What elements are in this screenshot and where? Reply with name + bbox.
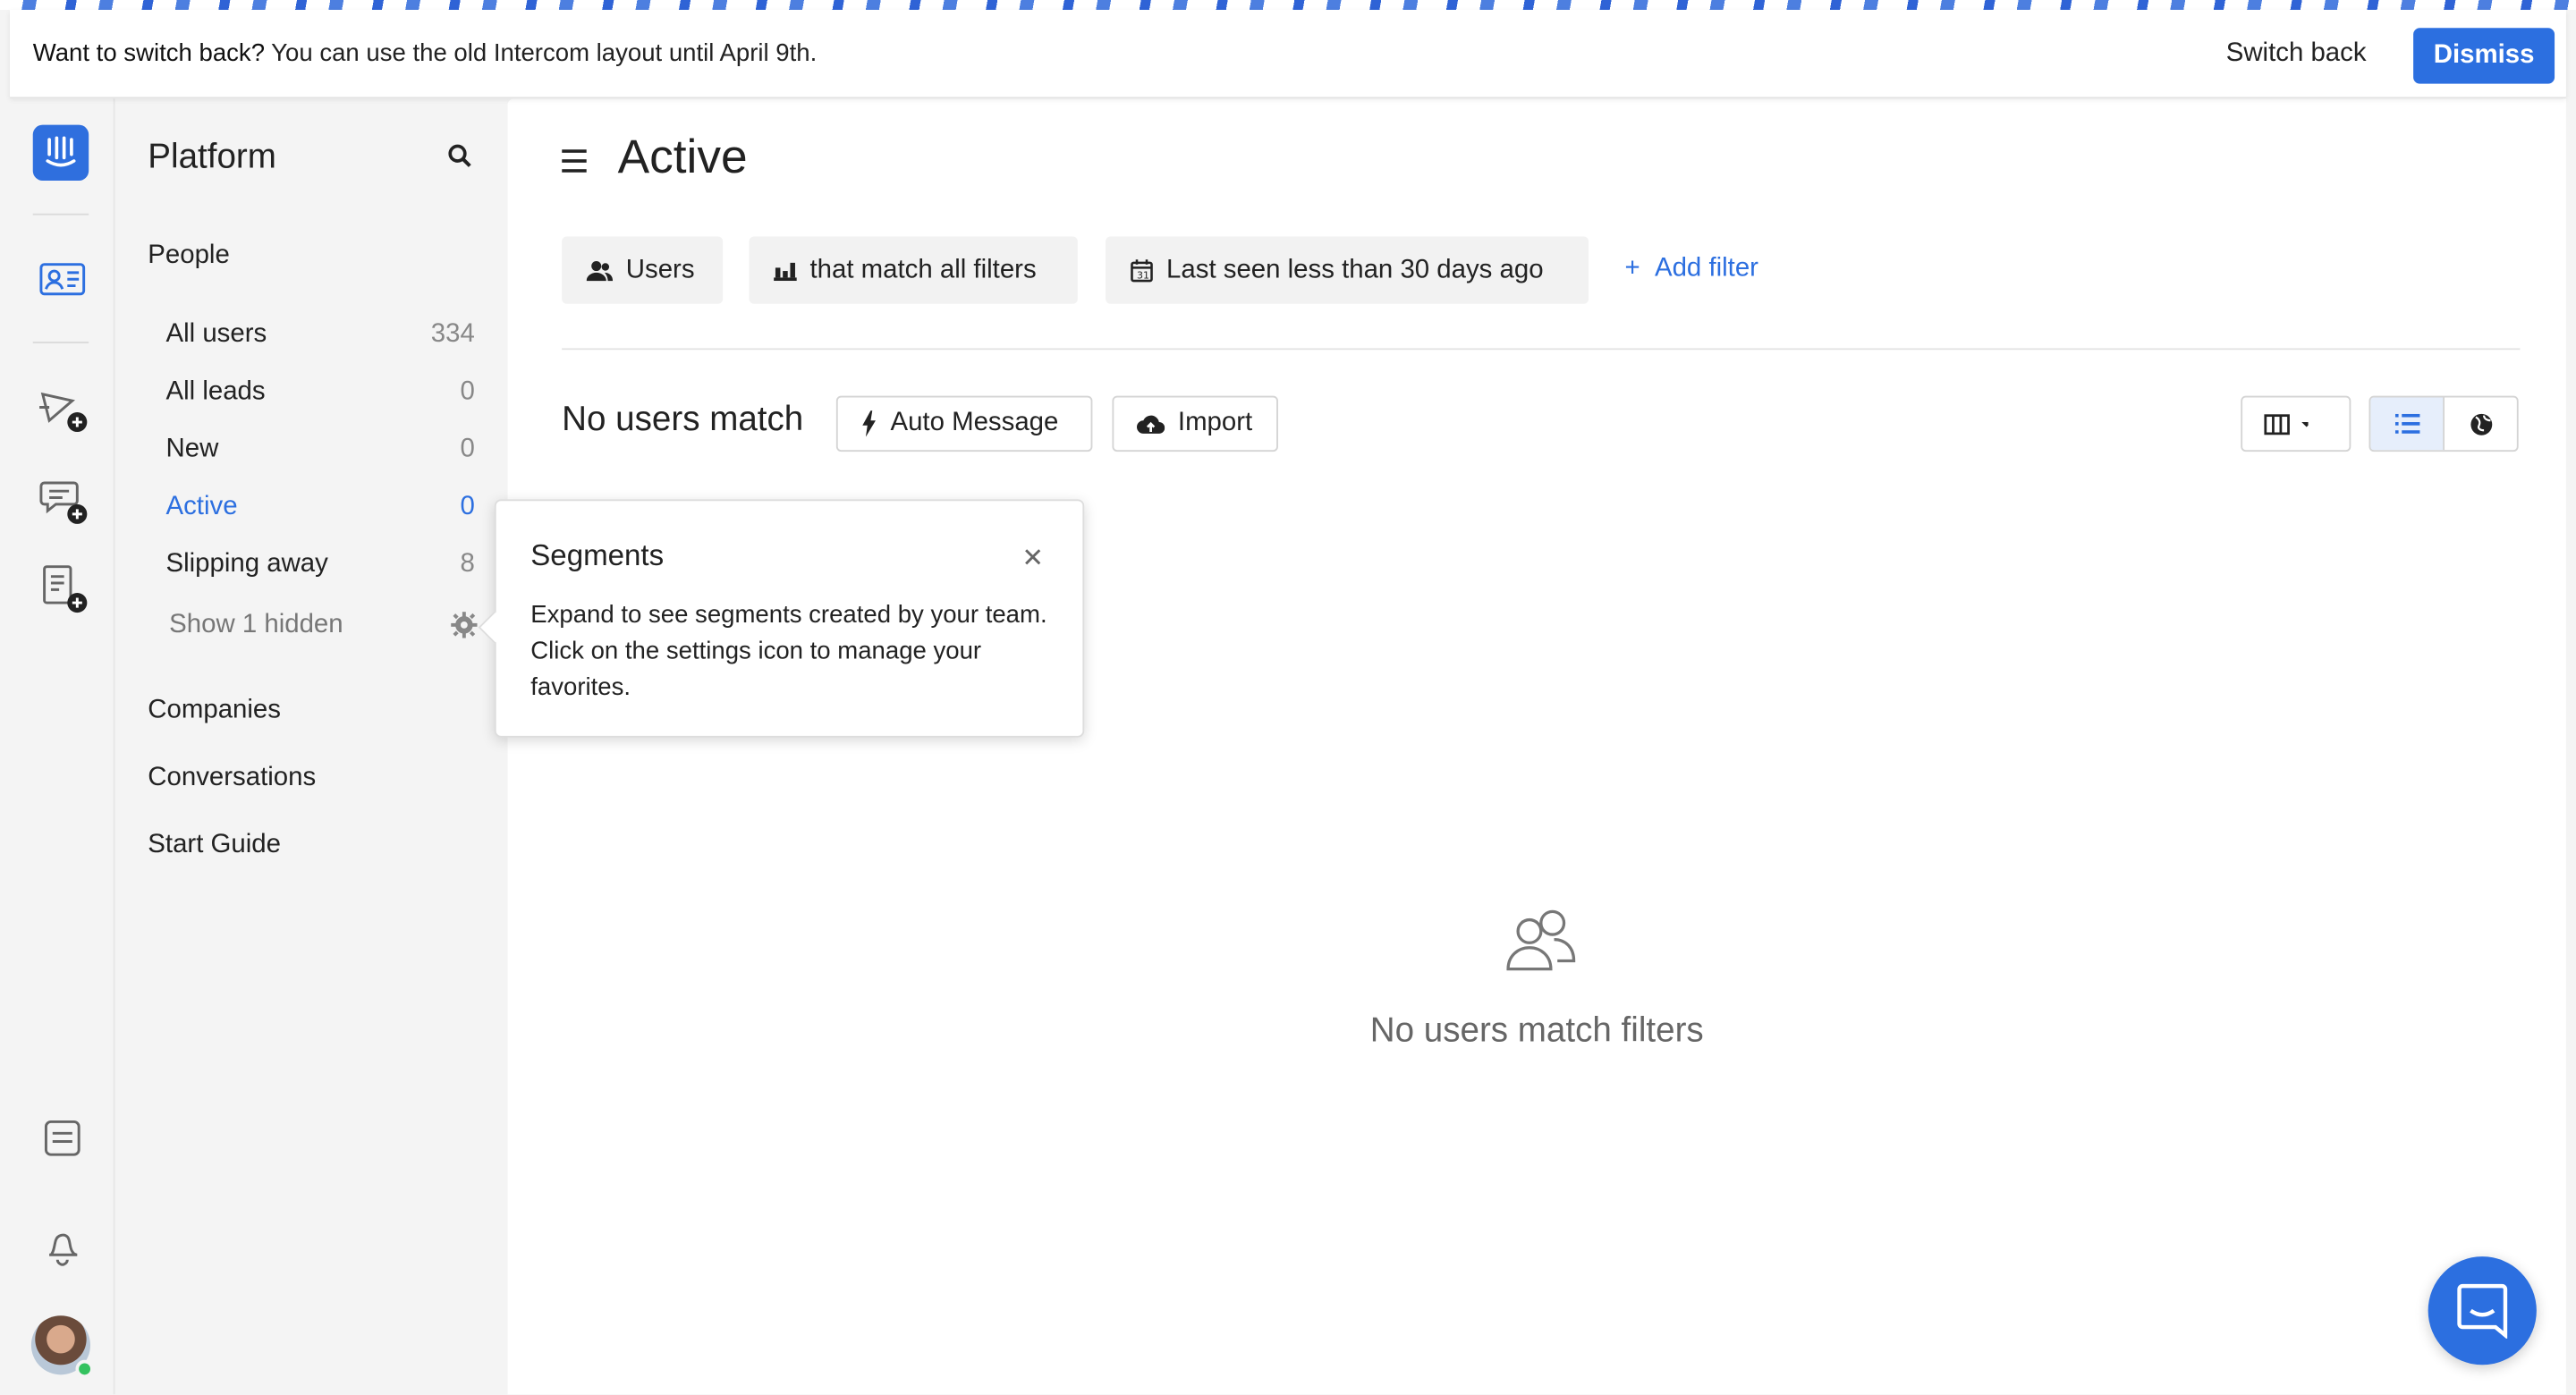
nav-item-count: 8 [460, 550, 475, 579]
add-filter-label: Add filter [1654, 254, 1758, 283]
gear-icon[interactable] [450, 611, 478, 647]
switch-layout-banner: Want to switch back? You can use the old… [10, 10, 2566, 99]
chat-add-icon[interactable] [36, 473, 89, 526]
add-filter-button[interactable]: + Add filter [1624, 255, 1758, 284]
nav-item-count: 0 [460, 435, 475, 463]
filter-divider [562, 348, 2521, 351]
close-icon[interactable]: ✕ [1021, 542, 1044, 575]
online-status-dot [75, 1359, 94, 1378]
nav-item-slipping-away[interactable]: Slipping away 8 [166, 550, 475, 579]
lightning-icon [862, 410, 876, 437]
list-view-button[interactable] [2370, 397, 2445, 451]
users-filter-label: Users [625, 255, 695, 283]
rail-divider [32, 213, 89, 216]
list-icon [2394, 413, 2419, 434]
last-seen-filter-chip[interactable]: 31 Last seen less than 30 days ago [1106, 236, 1589, 304]
columns-icon [2264, 414, 2312, 435]
users-filter-chip[interactable]: Users [562, 236, 724, 304]
outbound-add-icon[interactable] [36, 381, 89, 434]
nav-start-guide[interactable]: Start Guide [148, 831, 281, 860]
main-panel: Active Users that match all filters 31 L… [507, 98, 2566, 1395]
rail-divider [32, 342, 89, 343]
people-outline-icon [1504, 907, 1579, 984]
nav-title: Platform [148, 138, 276, 176]
nav-item-new[interactable]: New 0 [166, 435, 475, 465]
nav-people-heading[interactable]: People [148, 241, 230, 271]
dismiss-button[interactable]: Dismiss [2413, 28, 2555, 84]
match-all-filters-chip[interactable]: that match all filters [749, 236, 1078, 304]
notification-bell-icon[interactable] [36, 1222, 89, 1275]
import-label: Import [1177, 409, 1253, 437]
inbox-icon[interactable] [36, 1112, 89, 1164]
import-button[interactable]: Import [1112, 395, 1278, 452]
app-rail [10, 98, 115, 1395]
columns-dropdown-button[interactable] [2241, 395, 2351, 452]
nav-item-count: 0 [460, 377, 475, 406]
nav-item-label: Slipping away [165, 550, 328, 579]
nav-item-count: 0 [460, 493, 475, 521]
nav-item-label: All leads [165, 377, 266, 406]
empty-state-message: No users match filters [1369, 1011, 1704, 1050]
user-avatar[interactable] [30, 1315, 94, 1378]
show-hidden-link[interactable]: Show 1 hidden [169, 611, 343, 640]
popover-title: Segments [530, 538, 665, 572]
chat-icon [2457, 1283, 2508, 1339]
banner-message: Want to switch back? You can use the old… [32, 39, 818, 68]
nav-companies[interactable]: Companies [148, 697, 281, 726]
nav-item-count: 334 [430, 320, 475, 349]
calendar-icon: 31 [1131, 259, 1153, 283]
auto-message-button[interactable]: Auto Message [835, 395, 1093, 452]
switch-back-link[interactable]: Switch back [2226, 38, 2367, 68]
plus-icon: + [1624, 254, 1655, 283]
nav-item-label: All users [165, 320, 267, 349]
svg-text:31: 31 [1137, 269, 1149, 281]
nav-conversations[interactable]: Conversations [148, 764, 316, 793]
match-filters-label: that match all filters [809, 255, 1037, 283]
nav-item-active[interactable]: Active 0 [166, 493, 475, 522]
users-icon [586, 260, 614, 281]
results-heading: No users match [562, 401, 804, 439]
intercom-logo-icon[interactable] [32, 124, 89, 182]
segments-popover: Segments ✕ Expand to see segments create… [478, 499, 1085, 738]
page-title: Active [617, 131, 748, 184]
popover-body: Expand to see segments created by your t… [530, 601, 1047, 702]
map-view-button[interactable] [2445, 397, 2517, 450]
view-toggle-group [2368, 395, 2519, 452]
globe-icon [2470, 412, 2492, 435]
window-top-strip [0, 0, 2576, 11]
nav-item-all-leads[interactable]: All leads 0 [166, 377, 475, 407]
search-icon[interactable] [447, 143, 473, 178]
nav-item-label: New [165, 435, 219, 463]
nav-item-label: Active [165, 493, 238, 521]
hamburger-menu-icon[interactable] [562, 149, 588, 181]
cloud-upload-icon [1136, 414, 1165, 433]
nav-item-all-users[interactable]: All users 334 [166, 320, 475, 350]
last-seen-label: Last seen less than 30 days ago [1166, 255, 1544, 283]
platform-nav: Platform People All users 334 All leads 0 … [114, 98, 508, 1395]
auto-message-label: Auto Message [890, 409, 1059, 437]
people-icon[interactable] [36, 253, 89, 306]
bar-chart-icon [774, 262, 797, 282]
article-add-icon[interactable] [36, 562, 89, 614]
messenger-launcher-button[interactable] [2428, 1256, 2537, 1365]
